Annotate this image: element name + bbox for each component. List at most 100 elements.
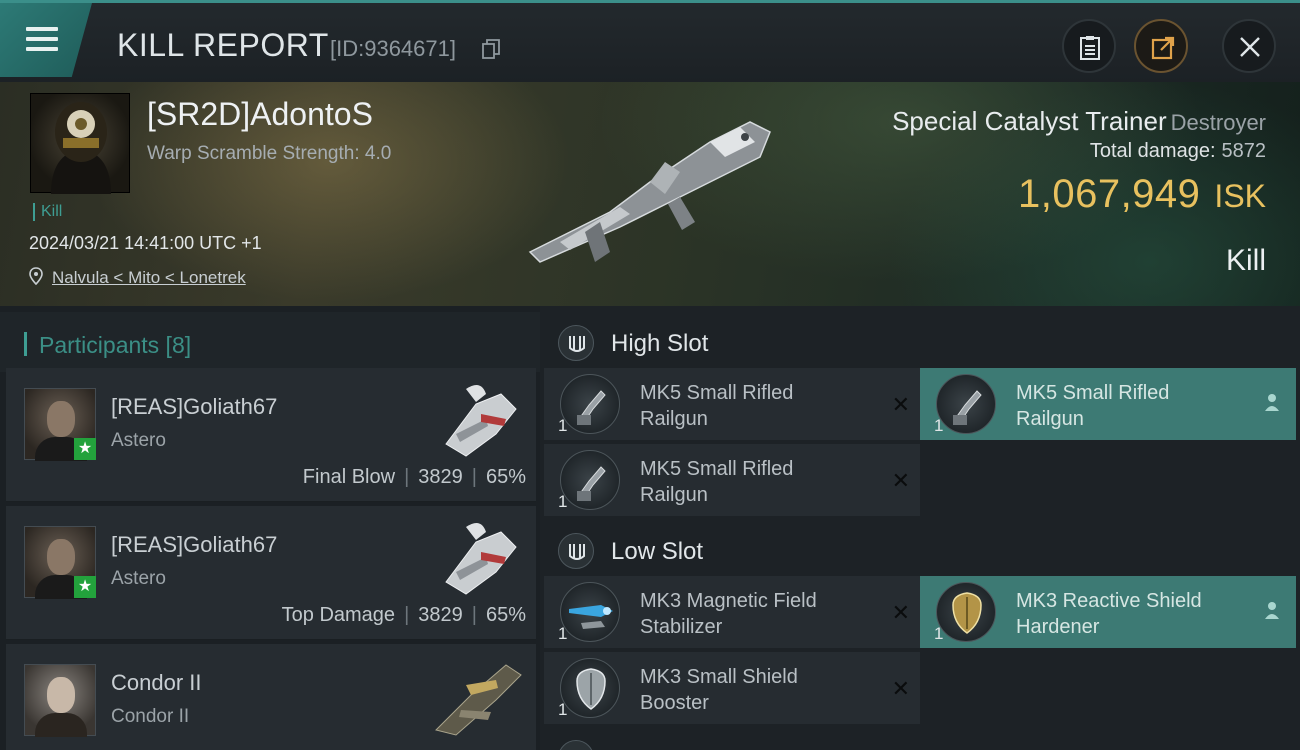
participant-name[interactable]: Condor II (111, 670, 202, 696)
share-button[interactable] (1134, 19, 1188, 73)
destroyed-icon: ✕ (891, 676, 910, 701)
copy-icon[interactable] (482, 39, 500, 59)
module-quantity: 1 (934, 416, 944, 435)
total-damage-label: Total damage: (1089, 140, 1216, 162)
module-item[interactable]: 1 MK5 Small Rifled Railgun ✕ (544, 444, 920, 516)
close-button[interactable] (1222, 19, 1276, 73)
location-pin-icon (29, 267, 43, 285)
participant-stats: Final Blow | 3829 | 65% (302, 466, 526, 488)
shield-booster-icon (560, 658, 620, 718)
low-slot-icon (558, 533, 594, 569)
participants-accent-bar (24, 332, 27, 356)
victim-name[interactable]: [SR2D]AdontoS (147, 96, 373, 133)
warp-scramble-strength: Warp Scramble Strength: 4.0 (147, 143, 392, 164)
clipboard-icon (1080, 36, 1100, 60)
module-name: MK5 Small Rifled Railgun (640, 382, 794, 430)
star-icon: ★ (74, 438, 96, 460)
participant-percent: 65% (485, 466, 526, 488)
avatar-body (35, 713, 87, 737)
total-damage-value: 5872 (1221, 140, 1267, 162)
high-slot-header: High Slot (540, 310, 1300, 372)
low-slot-header: Low Slot (540, 518, 1300, 580)
participant-role: Top Damage (281, 604, 396, 626)
participants-panel: Participants [8] ★ [REAS]Goliath67 Aster… (0, 306, 540, 750)
destroyed-icon: ✕ (891, 600, 910, 625)
isk-value: 1,067,949 ISK (1018, 172, 1266, 217)
isk-unit: ISK (1214, 178, 1266, 214)
kill-type-tag: Kill (33, 203, 62, 221)
menu-icon (26, 27, 58, 31)
module-quantity: 1 (934, 624, 944, 643)
module-name: MK3 Reactive Shield Hardener (1016, 590, 1202, 638)
avatar[interactable]: ★ (24, 388, 96, 461)
participants-title: Participants [8] (39, 332, 192, 358)
avatar[interactable]: ★ (24, 526, 96, 599)
victim-ship-image[interactable] (500, 102, 800, 282)
kill-result: Kill (1225, 244, 1266, 277)
clipboard-button[interactable] (1062, 19, 1116, 73)
helmet-avatar-icon (51, 102, 111, 194)
menu-icon-line (26, 47, 58, 51)
avatar-face (47, 401, 75, 437)
close-icon (1240, 37, 1260, 57)
module-item[interactable]: 1 MK5 Small Rifled Railgun (920, 368, 1296, 440)
module-quantity: 1 (558, 700, 568, 719)
module-item[interactable]: 1 MK3 Magnetic Field Stabilizer ✕ (544, 576, 920, 648)
participants-header[interactable]: Participants [8] (0, 312, 540, 372)
kill-banner: [SR2D]AdontoS Warp Scramble Strength: 4.… (0, 82, 1300, 306)
participant-name[interactable]: [REAS]Goliath67 (111, 394, 277, 420)
destroyed-icon: ✕ (891, 392, 910, 417)
high-slot-label: High Slot (611, 330, 709, 357)
victim-ship-name[interactable]: Special Catalyst Trainer Destroyer (892, 106, 1266, 137)
module-quantity: 1 (558, 492, 568, 511)
module-item[interactable]: 1 MK5 Small Rifled Railgun ✕ (544, 368, 920, 440)
participant-ship: Astero (111, 430, 166, 451)
victim-portrait[interactable] (30, 93, 130, 194)
shield-hardener-icon (936, 582, 996, 642)
destroyed-icon: ✕ (891, 468, 910, 493)
avatar[interactable] (24, 664, 96, 737)
star-icon: ★ (74, 576, 96, 598)
next-slot-header (540, 730, 1300, 750)
module-quantity: 1 (558, 624, 568, 643)
participant-percent: 65% (485, 604, 526, 626)
module-item[interactable]: 1 MK3 Small Shield Booster ✕ (544, 652, 920, 724)
participant-role: Final Blow (302, 466, 396, 488)
page-title: KILL REPORT (117, 27, 329, 63)
module-name: MK3 Magnetic Field Stabilizer (640, 590, 817, 638)
astero-ship-image (445, 523, 517, 595)
module-name: MK3 Small Shield Booster (640, 666, 798, 714)
module-item[interactable]: 1 MK3 Reactive Shield Hardener (920, 576, 1296, 648)
low-slot-label: Low Slot (611, 538, 704, 565)
module-name: MK5 Small Rifled Railgun (640, 458, 794, 506)
railgun-icon (936, 374, 996, 434)
participant-card[interactable]: ★ [REAS]Goliath67 Astero Final Blow | 3829… (6, 368, 536, 502)
railgun-icon (560, 450, 620, 510)
participant-ship: Astero (111, 568, 166, 589)
participant-name[interactable]: [REAS]Goliath67 (111, 532, 277, 558)
participant-damage: 3829 (418, 466, 463, 488)
participant-card[interactable]: Condor II Condor II (6, 644, 536, 750)
person-icon (1265, 394, 1279, 411)
person-icon (1265, 602, 1279, 619)
astero-ship-image (445, 385, 517, 457)
fitting-panel: High Slot 1 MK5 Small Rifled Railgun ✕ 1… (540, 306, 1300, 750)
kill-datetime: 2024/03/21 14:41:00 UTC +1 (29, 233, 262, 253)
share-icon (1151, 36, 1175, 60)
avatar-face (47, 539, 75, 575)
railgun-icon (560, 374, 620, 434)
ship-class-text: Destroyer (1170, 110, 1266, 135)
menu-button[interactable] (0, 3, 92, 77)
header-bar: KILL REPORT [ID:9364671] (0, 0, 1300, 82)
module-name: MK5 Small Rifled Railgun (1016, 382, 1170, 430)
high-slot-icon (558, 325, 594, 361)
kill-id: [ID:9364671] (330, 36, 456, 61)
avatar-face (47, 677, 75, 713)
condor-ship-image (435, 664, 522, 736)
isk-amount: 1,067,949 (1017, 172, 1201, 216)
participant-stats: Top Damage | 3829 | 65% (281, 604, 526, 626)
total-damage: Total damage: 5872 (1090, 140, 1266, 163)
kill-location-link[interactable]: Nalvula < Mito < Lonetrek (52, 268, 246, 288)
participant-card[interactable]: ★ [REAS]Goliath67 Astero Top Damage | 3829… (6, 506, 536, 640)
ship-name-text: Special Catalyst Trainer (892, 106, 1167, 136)
